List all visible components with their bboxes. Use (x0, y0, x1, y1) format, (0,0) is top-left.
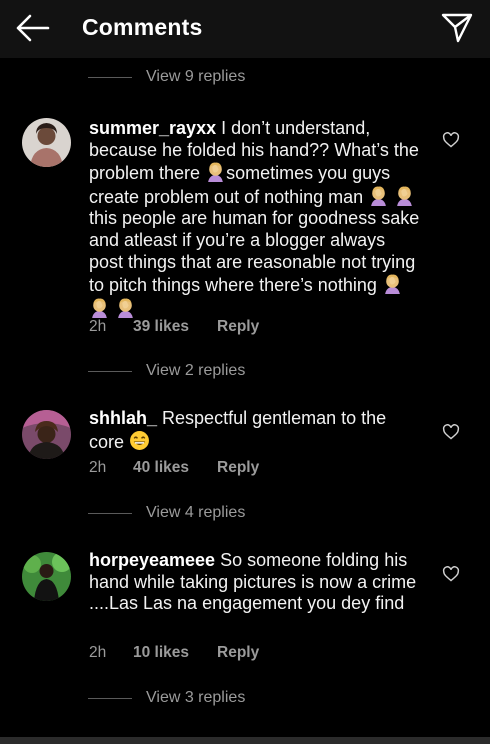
comment-text: summer_rayxx I don’t understand, because… (89, 118, 423, 320)
avatar[interactable] (22, 552, 71, 601)
view-replies-link[interactable]: View 3 replies (88, 689, 245, 707)
comment-text: shhlah_ Respectful gentleman to the core (89, 408, 423, 453)
comment-meta: 2h 39 likes Reply (89, 318, 259, 336)
avatar[interactable] (22, 118, 71, 167)
paper-plane-icon (441, 13, 473, 43)
facepalm-emoji (205, 161, 226, 182)
likes-count[interactable]: 40 likes (133, 459, 217, 477)
timestamp: 2h (89, 644, 107, 661)
arrow-left-icon (16, 14, 50, 42)
reply-button[interactable]: Reply (217, 318, 259, 336)
likes-count[interactable]: 39 likes (133, 318, 217, 336)
facepalm-emoji (382, 273, 403, 294)
facepalm-emoji (115, 297, 136, 318)
view-replies-link[interactable]: View 9 replies (88, 68, 245, 86)
facepalm-emoji (394, 185, 415, 206)
heart-outline-icon[interactable] (442, 132, 460, 148)
avatar-image (22, 552, 71, 601)
comment-meta: 2h 40 likes Reply (89, 459, 259, 477)
bottom-bar (0, 737, 490, 744)
reply-divider (88, 370, 132, 372)
heart-outline-icon[interactable] (442, 566, 460, 582)
view-replies-label: View 3 replies (146, 689, 246, 706)
facepalm-emoji (89, 297, 110, 318)
username[interactable]: horpeyeameee (89, 550, 215, 570)
grinning-emoji (129, 430, 150, 451)
avatar[interactable] (22, 410, 71, 459)
view-replies-label: View 2 replies (146, 362, 246, 379)
avatar-image (22, 118, 71, 167)
view-replies-link[interactable]: View 2 replies (88, 362, 245, 380)
timestamp: 2h (89, 318, 107, 335)
comment-meta: 2h 10 likes Reply (89, 644, 259, 662)
reply-divider (88, 697, 132, 699)
top-bar: Comments (0, 0, 490, 58)
reply-button[interactable]: Reply (217, 459, 259, 477)
view-replies-label: View 9 replies (146, 68, 246, 85)
heart-outline-icon[interactable] (442, 424, 460, 440)
view-replies-label: View 4 replies (146, 504, 246, 521)
likes-count[interactable]: 10 likes (133, 644, 217, 662)
share-button[interactable] (440, 11, 474, 45)
username[interactable]: shhlah_ (89, 408, 157, 428)
back-button[interactable] (14, 12, 50, 44)
reply-divider (88, 76, 132, 78)
page-title: Comments (82, 14, 203, 40)
reply-button[interactable]: Reply (217, 644, 259, 662)
view-replies-link[interactable]: View 4 replies (88, 504, 245, 522)
avatar-image (22, 410, 71, 459)
timestamp: 2h (89, 459, 107, 476)
username[interactable]: summer_rayxx (89, 118, 216, 138)
comment-body: this people are human for goodness sake … (89, 208, 420, 296)
facepalm-emoji (368, 185, 389, 206)
comment-text: horpeyeameee So someone folding his hand… (89, 550, 423, 615)
reply-divider (88, 512, 132, 514)
